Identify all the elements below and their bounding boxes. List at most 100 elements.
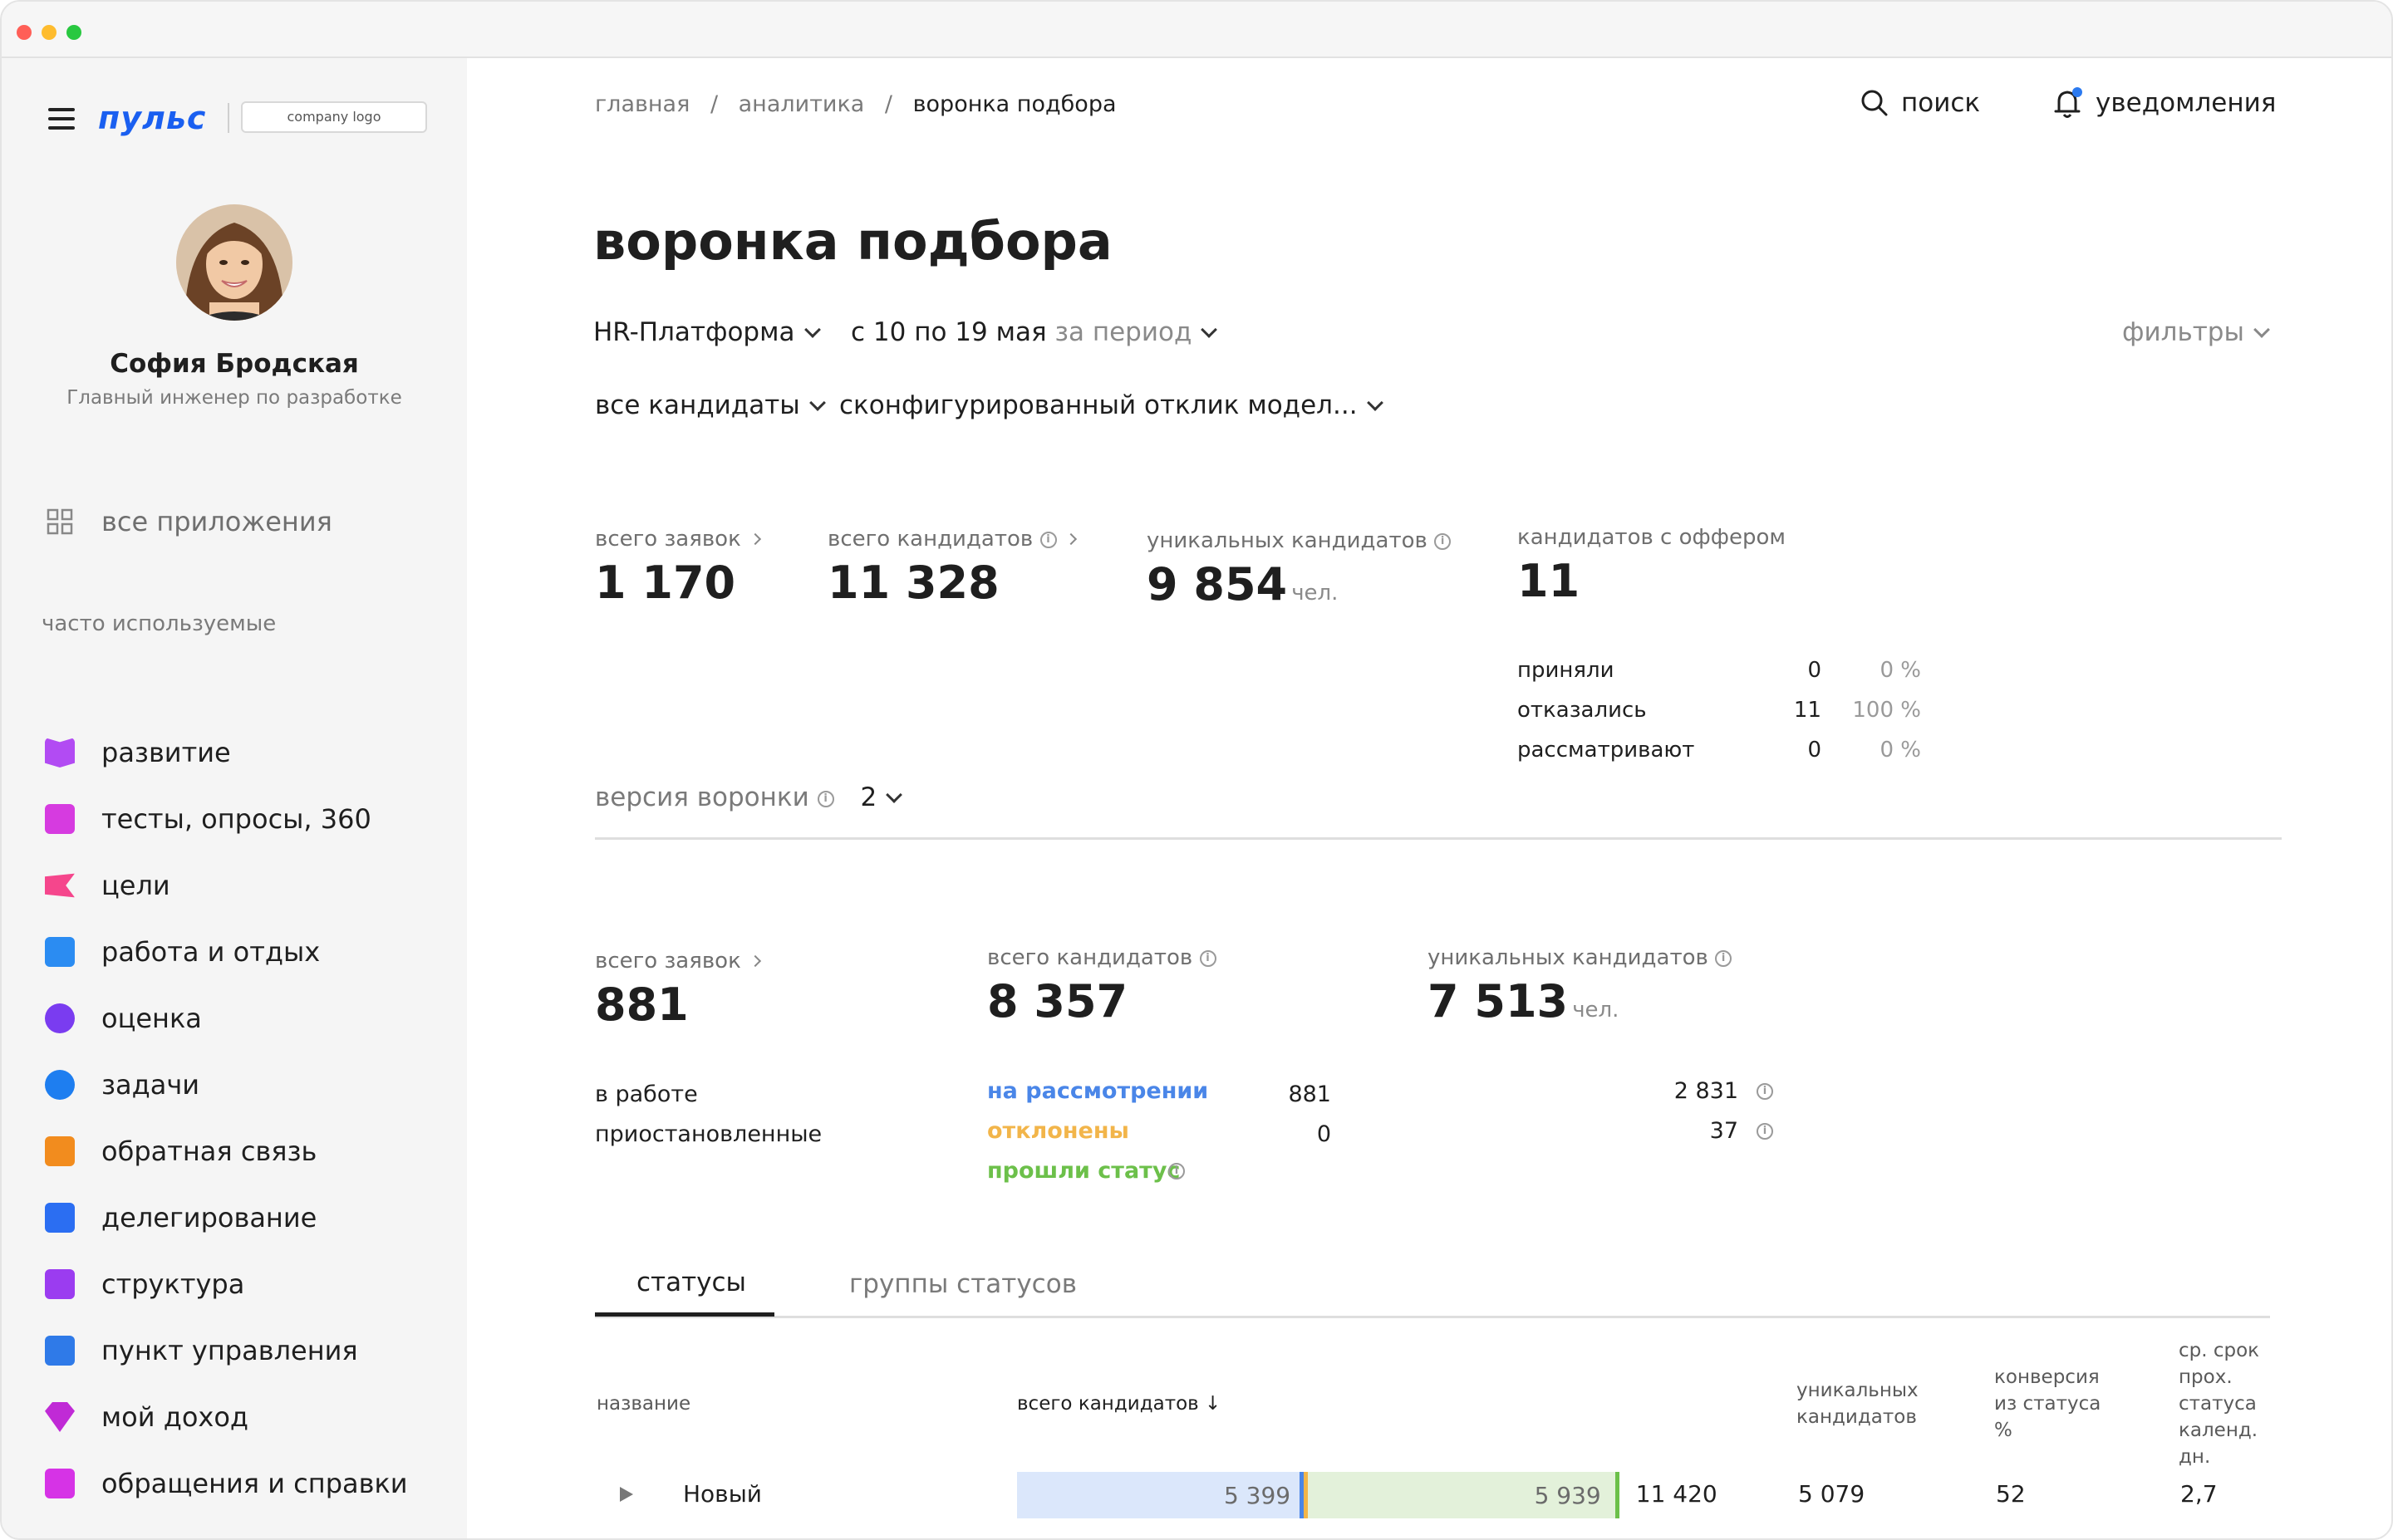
offer-row-count: 0 bbox=[1807, 738, 1821, 763]
applications-row-value: 881 bbox=[1288, 1081, 1331, 1107]
applications-row-label: в работе bbox=[595, 1081, 698, 1107]
sidebar-item[interactable]: задачи bbox=[45, 1065, 199, 1105]
info-icon[interactable]: i bbox=[817, 790, 834, 807]
menu-icon[interactable] bbox=[48, 108, 75, 135]
summary-unique-label: уникальных кандидатов bbox=[1147, 528, 1427, 553]
row-conversion: 52 bbox=[1996, 1480, 2026, 1508]
sidebar-item[interactable]: работа и отдых bbox=[45, 932, 320, 972]
filters-button[interactable]: фильтры bbox=[2122, 317, 2270, 347]
candidates-row-label[interactable]: отклонены bbox=[987, 1118, 1129, 1144]
offer-row-label: приняли bbox=[1517, 658, 1614, 683]
avatar[interactable] bbox=[176, 204, 292, 321]
row-unique: 5 079 bbox=[1798, 1480, 1865, 1508]
sidebar-item[interactable]: обратная связь bbox=[45, 1131, 317, 1171]
sidebar-item-label: мой доход bbox=[101, 1401, 249, 1433]
tabs-divider bbox=[595, 1316, 2270, 1318]
sidebar-item-label: пункт управления bbox=[101, 1335, 358, 1366]
applications-row-label: приостановленные bbox=[595, 1121, 823, 1147]
tab-statuses[interactable]: статусы bbox=[636, 1268, 746, 1297]
row-total: 11 420 bbox=[1635, 1480, 1717, 1508]
search-button[interactable]: поиск bbox=[1860, 88, 1980, 118]
summary-applications[interactable]: всего заявок 1 170 bbox=[595, 527, 761, 609]
funnel-applications[interactable]: всего заявок 881 bbox=[595, 949, 761, 1031]
sidebar-item[interactable]: развитие bbox=[45, 733, 231, 772]
sidebar-item[interactable]: пункт управления bbox=[45, 1331, 358, 1371]
bar-passed-label: 5 939 bbox=[1534, 1482, 1601, 1509]
candidates-row-label[interactable]: прошли статус bbox=[987, 1158, 1180, 1184]
offer-row-count: 0 bbox=[1807, 658, 1821, 683]
sidebar-item[interactable]: мой доход bbox=[45, 1397, 248, 1437]
info-icon[interactable]: i bbox=[1039, 531, 1057, 548]
summary-unique: уникальных кандидатов i 9 854 чел. bbox=[1147, 528, 1452, 611]
funnel-applications-value: 881 bbox=[595, 978, 689, 1031]
maximize-window-button[interactable] bbox=[66, 25, 81, 40]
breadcrumb: главная / аналитика / воронка подбора bbox=[595, 91, 1117, 117]
platform-select[interactable]: HR-Платформа bbox=[593, 317, 821, 347]
info-icon[interactable]: i bbox=[1199, 949, 1216, 967]
summary-applications-value: 1 170 bbox=[595, 557, 736, 609]
star-icon bbox=[45, 1003, 75, 1033]
close-window-button[interactable] bbox=[17, 25, 32, 40]
sidebar-item-label: работа и отдых bbox=[101, 936, 321, 968]
col-unique[interactable]: уникальных кандидатов bbox=[1796, 1377, 1929, 1430]
sidebar-item[interactable]: тесты, опросы, 360 bbox=[45, 799, 371, 839]
sidebar: пульс company logo София Бродская Главны… bbox=[2, 58, 467, 1538]
funnel-applications-label: всего заявок bbox=[595, 949, 741, 974]
company-logo: company logo bbox=[241, 101, 427, 133]
info-icon[interactable]: i bbox=[1757, 1123, 1773, 1140]
period-select[interactable]: с 10 по 19 мая за период bbox=[851, 317, 1218, 347]
sidebar-item[interactable]: делегирование bbox=[45, 1198, 317, 1238]
brand-logo[interactable]: пульс bbox=[98, 100, 206, 136]
candidates-select[interactable]: все кандидаты bbox=[595, 390, 826, 420]
sidebar-item[interactable]: структура bbox=[45, 1264, 244, 1304]
sidebar-item[interactable]: цели bbox=[45, 866, 170, 905]
book-icon bbox=[45, 738, 75, 768]
summary-offer-label: кандидатов с оффером bbox=[1517, 525, 1786, 550]
info-icon[interactable]: i bbox=[1434, 532, 1452, 550]
breadcrumb-separator: / bbox=[884, 91, 893, 117]
all-apps-link[interactable]: все приложения bbox=[45, 502, 332, 542]
row-name: Новый bbox=[683, 1480, 762, 1508]
sidebar-item[interactable]: оценка bbox=[45, 998, 202, 1038]
breadcrumb-analytics[interactable]: аналитика bbox=[739, 91, 865, 117]
row-duration: 2,7 bbox=[2180, 1480, 2218, 1508]
tab-status-groups[interactable]: группы статусов bbox=[849, 1269, 1077, 1299]
sidebar-item-label: оценка bbox=[101, 1003, 202, 1034]
summary-candidates[interactable]: всего кандидатов i 11 328 bbox=[828, 527, 1077, 609]
notifications-button[interactable]: уведомления bbox=[2052, 86, 2276, 120]
chevron-right-icon bbox=[1064, 532, 1077, 546]
bar-under-review-label: 5 399 bbox=[1223, 1482, 1291, 1509]
summary-offer-value: 11 bbox=[1517, 555, 1580, 607]
funnel-version-select[interactable]: версия воронки i 2 bbox=[595, 782, 903, 812]
chevron-down-icon bbox=[1201, 321, 1218, 338]
minimize-window-button[interactable] bbox=[42, 25, 57, 40]
filters-label: фильтры bbox=[2122, 317, 2244, 347]
info-icon[interactable]: i bbox=[1715, 949, 1732, 967]
expand-row-icon[interactable] bbox=[620, 1487, 633, 1502]
summary-offer: кандидатов с оффером 11 bbox=[1517, 525, 1786, 607]
breadcrumb-home[interactable]: главная bbox=[595, 91, 690, 117]
col-total[interactable]: всего кандидатов ↓ bbox=[1017, 1390, 1221, 1417]
active-tab-indicator bbox=[595, 1312, 774, 1317]
info-icon[interactable]: i bbox=[1168, 1163, 1185, 1180]
col-conversion[interactable]: конверсия из статуса % bbox=[1994, 1364, 2119, 1444]
target-icon bbox=[45, 1070, 75, 1100]
sidebar-item[interactable]: обращения и справки bbox=[45, 1464, 408, 1503]
sidebar-item-label: развитие bbox=[101, 737, 231, 768]
info-icon[interactable]: i bbox=[1757, 1083, 1773, 1100]
chevron-right-icon bbox=[749, 532, 761, 546]
applications-row-value: 0 bbox=[1316, 1121, 1331, 1147]
summary-unique-value: 9 854 bbox=[1147, 558, 1288, 611]
candidates-row-label[interactable]: на рассмотрении bbox=[987, 1078, 1208, 1104]
brand-divider bbox=[228, 103, 229, 133]
funnel-version-value: 2 bbox=[860, 782, 877, 812]
funnel-unique-value: 7 513 bbox=[1427, 975, 1569, 1027]
col-duration[interactable]: ср. срок прох. статуса календ. дн. bbox=[2179, 1337, 2287, 1470]
chevron-down-icon bbox=[886, 787, 903, 803]
bell-icon bbox=[2054, 87, 2082, 118]
funnel-unique: уникальных кандидатов i 7 513 чел. bbox=[1427, 945, 1732, 1027]
col-name[interactable]: название bbox=[597, 1390, 690, 1417]
response-select-label: сконфигурированный отклик модел... bbox=[839, 390, 1358, 420]
weather-icon bbox=[45, 937, 75, 967]
response-select[interactable]: сконфигурированный отклик модел... bbox=[839, 390, 1383, 420]
